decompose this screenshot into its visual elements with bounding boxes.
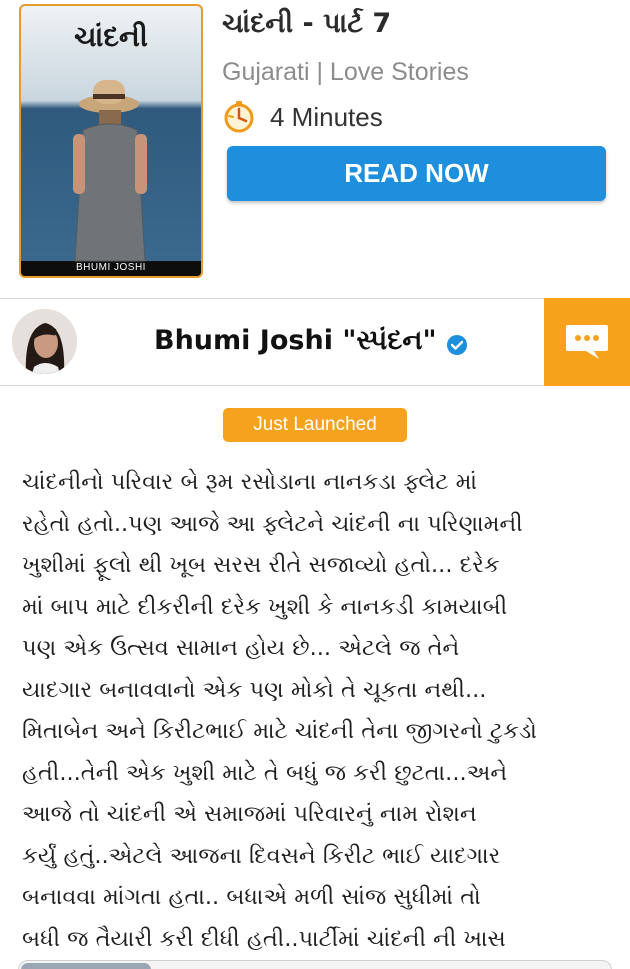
story-line: બનાવવા માંગતા હતા.. બધાએ મળી સાંજ સુધીમા…	[22, 884, 481, 910]
story-line: પણ એક ઉત્સવ સામાન હોય છે... એટલે જ તેને	[22, 635, 460, 661]
timer-icon	[224, 101, 254, 133]
read-now-button[interactable]: READ NOW	[227, 146, 606, 201]
cover-author: BHUMI JOSHI	[76, 262, 146, 273]
verified-icon	[447, 335, 467, 355]
avatar-image	[12, 309, 77, 374]
story-line: બધી જ તૈયારી કરી દીધી હતી..પાર્ટીમાં ચાં…	[22, 925, 506, 952]
book-category: Gujarati | Love Stories	[222, 58, 469, 86]
book-card: ચાંદની BHUMI JOSHI ચાંદની - પાર્ટ 7 Guja…	[0, 0, 630, 292]
bottom-scroll-bar[interactable]	[18, 960, 612, 969]
story-line: ચાંદનીનો પરિવાર બે રૂમ રસોડાના નાનકડા ફ્…	[22, 469, 477, 495]
author-bar: Bhumi Joshi "સ્પંદન"	[0, 298, 630, 386]
story-line: આજે તો ચાંદની એ સમાજમાં પરિવારનું નામ રો…	[22, 801, 477, 827]
status-badge: Just Launched	[223, 408, 407, 442]
scroll-thumb[interactable]	[21, 963, 151, 969]
read-time: 4 Minutes	[222, 98, 383, 136]
book-title[interactable]: ચાંદની - પાર્ટ 7	[222, 8, 391, 40]
avatar[interactable]	[12, 309, 77, 374]
book-cover[interactable]: ચાંદની BHUMI JOSHI	[19, 4, 203, 278]
story-line: હતી...તેની એક ખુશી માટે તે બધું જ કરી છુ…	[22, 759, 508, 786]
story-line: કર્યું હતું..એટલે આજના દિવસને કિરીટ ભાઈ …	[22, 842, 501, 869]
story-line: યાદગાર બનાવવાનો એક પણ મોકો તે ચૂકતા નથી.…	[22, 676, 487, 703]
story-line: માં બાપ માટે દીકરીની દરેક ખુશી કે નાનકડી…	[22, 593, 508, 620]
read-time-label: 4 Minutes	[270, 101, 383, 132]
story-text: ચાંદનીનો પરિવાર બે રૂમ રસોડાના નાનકડા ફ્…	[22, 462, 612, 960]
cover-title: ચાંદની	[74, 20, 148, 53]
chat-icon	[566, 325, 608, 359]
author-name[interactable]: Bhumi Joshi "સ્પંદન"	[154, 325, 437, 357]
story-line: રહેતો હતો..પણ આજે આ ફ્લેટને ચાંદની ના પર…	[22, 510, 523, 537]
chat-button[interactable]	[544, 298, 630, 386]
story-line: મિતાબેન અને કિરીટભાઈ માટે ચાંદની તેના જી…	[22, 718, 537, 744]
story-line: ખુશીમાં ફૂલો થી ખૂબ સરસ રીતે સજાવ્યો હતો…	[22, 552, 500, 578]
